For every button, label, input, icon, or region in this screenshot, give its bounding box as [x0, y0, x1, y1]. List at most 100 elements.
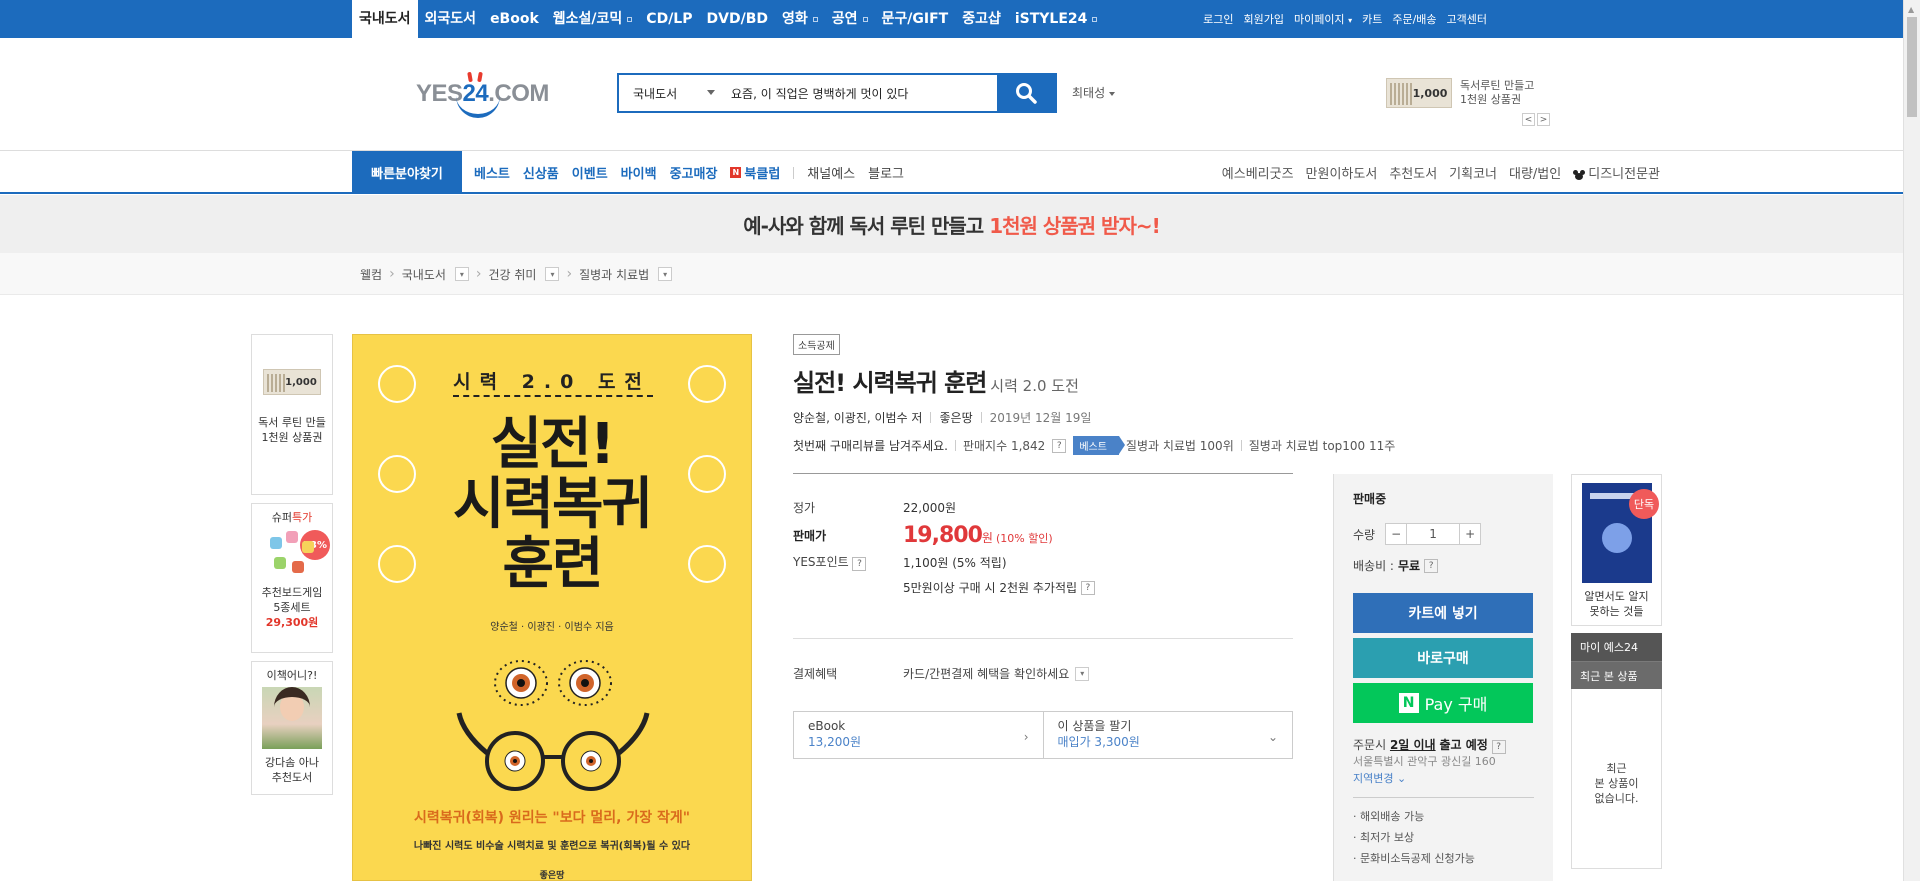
recent-empty-line2: 본 상품이 [1594, 777, 1639, 790]
voucher-promo-card[interactable]: 1,000 독서 루틴 만들 1천원 상품권 [251, 334, 333, 495]
recent-empty-line3: 없습니다. [1594, 792, 1639, 805]
payment-benefit-link[interactable]: 카드/간편결제 혜택을 확인하세요 [903, 665, 1069, 682]
menu-buyback[interactable]: 바이백 [621, 163, 657, 182]
menu-blog[interactable]: 블로그 [868, 163, 904, 182]
scroll-up-icon[interactable]: ▲ [1908, 5, 1914, 14]
payment-benefit-label: 결제혜택 [793, 667, 838, 681]
quick-category-button[interactable]: 빠른분야찾기 [352, 151, 462, 194]
recent-items-tab[interactable]: 최근 본 상품 [1571, 661, 1662, 689]
minus-icon[interactable]: − [1386, 524, 1406, 544]
topnav-movie[interactable]: 영화 [775, 0, 825, 38]
help-icon[interactable]: ? [1491, 740, 1506, 754]
search-button[interactable] [997, 75, 1055, 111]
menu-disney[interactable]: 디즈니전문관 [1573, 163, 1660, 182]
topnav-used-shop[interactable]: 중고샵 [955, 0, 1008, 38]
search-keyword-dropdown[interactable]: 최태성 [1072, 84, 1116, 101]
submenu-icon [862, 16, 868, 22]
rank-link[interactable]: 질병과 치료법 100위 [1126, 437, 1234, 454]
review-prompt-link[interactable]: 첫번째 구매리뷰를 남겨주세요. [793, 437, 948, 454]
login-link[interactable]: 로그인 [1203, 11, 1233, 27]
menu-channel-yes[interactable]: 채널예스 [807, 163, 855, 182]
topnav-foreign-books[interactable]: 외국도서 [418, 0, 484, 38]
mypage-link[interactable]: 마이페이지 ▾ [1294, 11, 1352, 27]
voucher-image: 1,000 [1386, 78, 1452, 108]
my-yes24-tab[interactable]: 마이 예스24 [1571, 633, 1662, 661]
recent-empty-line1: 최근 [1606, 762, 1627, 775]
help-icon[interactable]: ? [1424, 558, 1439, 573]
super-deal-card[interactable]: 슈퍼특가 53% 추천보드게임 5종세트 29,300원 [251, 503, 333, 653]
topnav-performance[interactable]: 공연 [825, 0, 875, 38]
page-scrollbar[interactable]: ▲ [1903, 0, 1920, 881]
menu-used-store[interactable]: 중고매장 [670, 163, 718, 182]
breadcrumb: 웰컴 › 국내도서 ▾ › 건강 취미 ▾ › 질병과 치료법 ▾ [360, 253, 673, 295]
bonus-points-text: 5만원이상 구매 시 2천원 추가적립 [903, 581, 1078, 595]
breadcrumb-item[interactable]: 질병과 치료법 [579, 266, 649, 283]
buy-now-button[interactable]: 바로구매 [1353, 638, 1533, 678]
plus-icon[interactable]: + [1460, 524, 1480, 544]
sell-item-option[interactable]: 이 상품을 팔기 매입가 3,300원 ⌄ [1042, 712, 1293, 758]
buy-box: 판매중 수량 − 1 + 배송비 : 무료 ? 카트에 넣기 바로구매 N Pay… [1333, 474, 1553, 881]
chevron-down-icon[interactable]: ▾ [454, 267, 469, 281]
event-banner-highlight: 1천원 상품권 받자~! [989, 213, 1161, 238]
exclusive-book-card[interactable]: 단독 알면서도 알지 못하는 것들 [1571, 474, 1662, 626]
next-icon[interactable]: > [1537, 113, 1550, 126]
author-link[interactable]: 양순철, 이광진, 이범수 저 [793, 409, 922, 426]
topnav-dvdbd[interactable]: DVD/BD [700, 0, 775, 38]
site-logo[interactable]: YES24.COM [416, 71, 556, 122]
order-link[interactable]: 주문/배송 [1392, 11, 1436, 27]
cover-publisher: 좋은땅 [539, 871, 565, 881]
chevron-down-icon[interactable]: ▾ [545, 267, 560, 281]
header-promo[interactable]: 1,000 독서루틴 만들고 1천원 상품권 [1386, 78, 1534, 108]
chevron-right-icon: › [566, 266, 573, 282]
search-input[interactable] [729, 75, 997, 111]
change-region-link[interactable]: 지역변경 ⌄ [1353, 772, 1406, 785]
recommend-book-card[interactable]: 이책어니?! 강다솜 아나 추천도서 [251, 661, 333, 795]
ebook-option[interactable]: eBook 13,200원 › [794, 712, 1043, 758]
event-banner[interactable]: 예-사와 함께 독서 루틴 만들고 1천원 상품권 받자~! [0, 195, 1903, 253]
menu-special[interactable]: 기획코너 [1449, 163, 1497, 182]
menu-bookclub[interactable]: N 북클럽 [730, 163, 780, 182]
topnav-webnovel[interactable]: 웹소설/코믹 [546, 0, 640, 38]
chevron-down-icon[interactable]: ▾ [658, 267, 673, 281]
topnav-istyle24[interactable]: iSTYLE24 [1008, 0, 1105, 38]
topnav-label: 웹소설/코믹 [552, 11, 623, 27]
naver-pay-button[interactable]: N Pay 구매 [1353, 683, 1533, 723]
menu-best[interactable]: 베스트 [474, 163, 510, 182]
product-info: 소득공제 실전! 시력복귀 훈련 시력 2.0 도전 양순철, 이광진, 이범수 … [793, 334, 1493, 455]
menu-new[interactable]: 신상품 [523, 163, 559, 182]
naver-pay-label: Pay 구매 [1424, 695, 1488, 714]
cart-link[interactable]: 카트 [1362, 11, 1382, 27]
breadcrumb-item[interactable]: 건강 취미 [488, 266, 536, 283]
menu-under-10000[interactable]: 만원이하도서 [1306, 163, 1378, 182]
prev-icon[interactable]: < [1522, 113, 1535, 126]
book-cover-image[interactable]: 시력 2.0 도전 실전! 시력복귀 훈련 양순철 · 이광진 · 이범수 지음… [352, 334, 752, 881]
menu-event[interactable]: 이벤트 [572, 163, 608, 182]
logo-text-yes: YES [416, 80, 463, 107]
publish-date: 2019년 12월 19일 [989, 411, 1092, 425]
top-nav-bar: 국내도서 외국도서 eBook 웹소설/코믹 CD/LP DVD/BD 영화 공… [0, 0, 1903, 38]
topnav-stationery[interactable]: 문구/GIFT [875, 0, 956, 38]
help-icon[interactable]: ? [1052, 438, 1067, 453]
customer-center-link[interactable]: 고객센터 [1447, 11, 1487, 27]
help-icon[interactable]: ? [852, 557, 867, 571]
chevron-down-icon[interactable]: ▾ [1075, 666, 1090, 681]
rank-weeks-link[interactable]: 질병과 치료법 top100 11주 [1249, 437, 1396, 454]
help-icon[interactable]: ? [1080, 580, 1095, 595]
menu-goods[interactable]: 예스베리굿즈 [1222, 163, 1294, 182]
breadcrumb-home[interactable]: 웰컴 [360, 266, 382, 283]
menu-recommended[interactable]: 추천도서 [1389, 163, 1437, 182]
topnav-ebook[interactable]: eBook [483, 0, 546, 38]
publisher-link[interactable]: 좋은땅 [939, 409, 972, 426]
quantity-input[interactable]: 1 [1406, 524, 1461, 544]
search-category-select[interactable]: 국내도서 [619, 75, 729, 111]
header-promo-line2: 1천원 상품권 [1460, 93, 1522, 106]
topnav-cdlp[interactable]: CD/LP [639, 0, 699, 38]
points-value: 1,100원 (5% 적립) [903, 555, 1007, 570]
signup-link[interactable]: 회원가입 [1243, 11, 1283, 27]
scrollbar-thumb[interactable] [1907, 17, 1917, 117]
add-to-cart-button[interactable]: 카트에 넣기 [1353, 593, 1533, 633]
breadcrumb-item[interactable]: 국내도서 [402, 266, 446, 283]
topnav-domestic-books[interactable]: 국내도서 [352, 0, 418, 38]
topnav-label: 문구/GIFT [881, 11, 949, 27]
menu-bulk[interactable]: 대량/법인 [1509, 163, 1561, 182]
